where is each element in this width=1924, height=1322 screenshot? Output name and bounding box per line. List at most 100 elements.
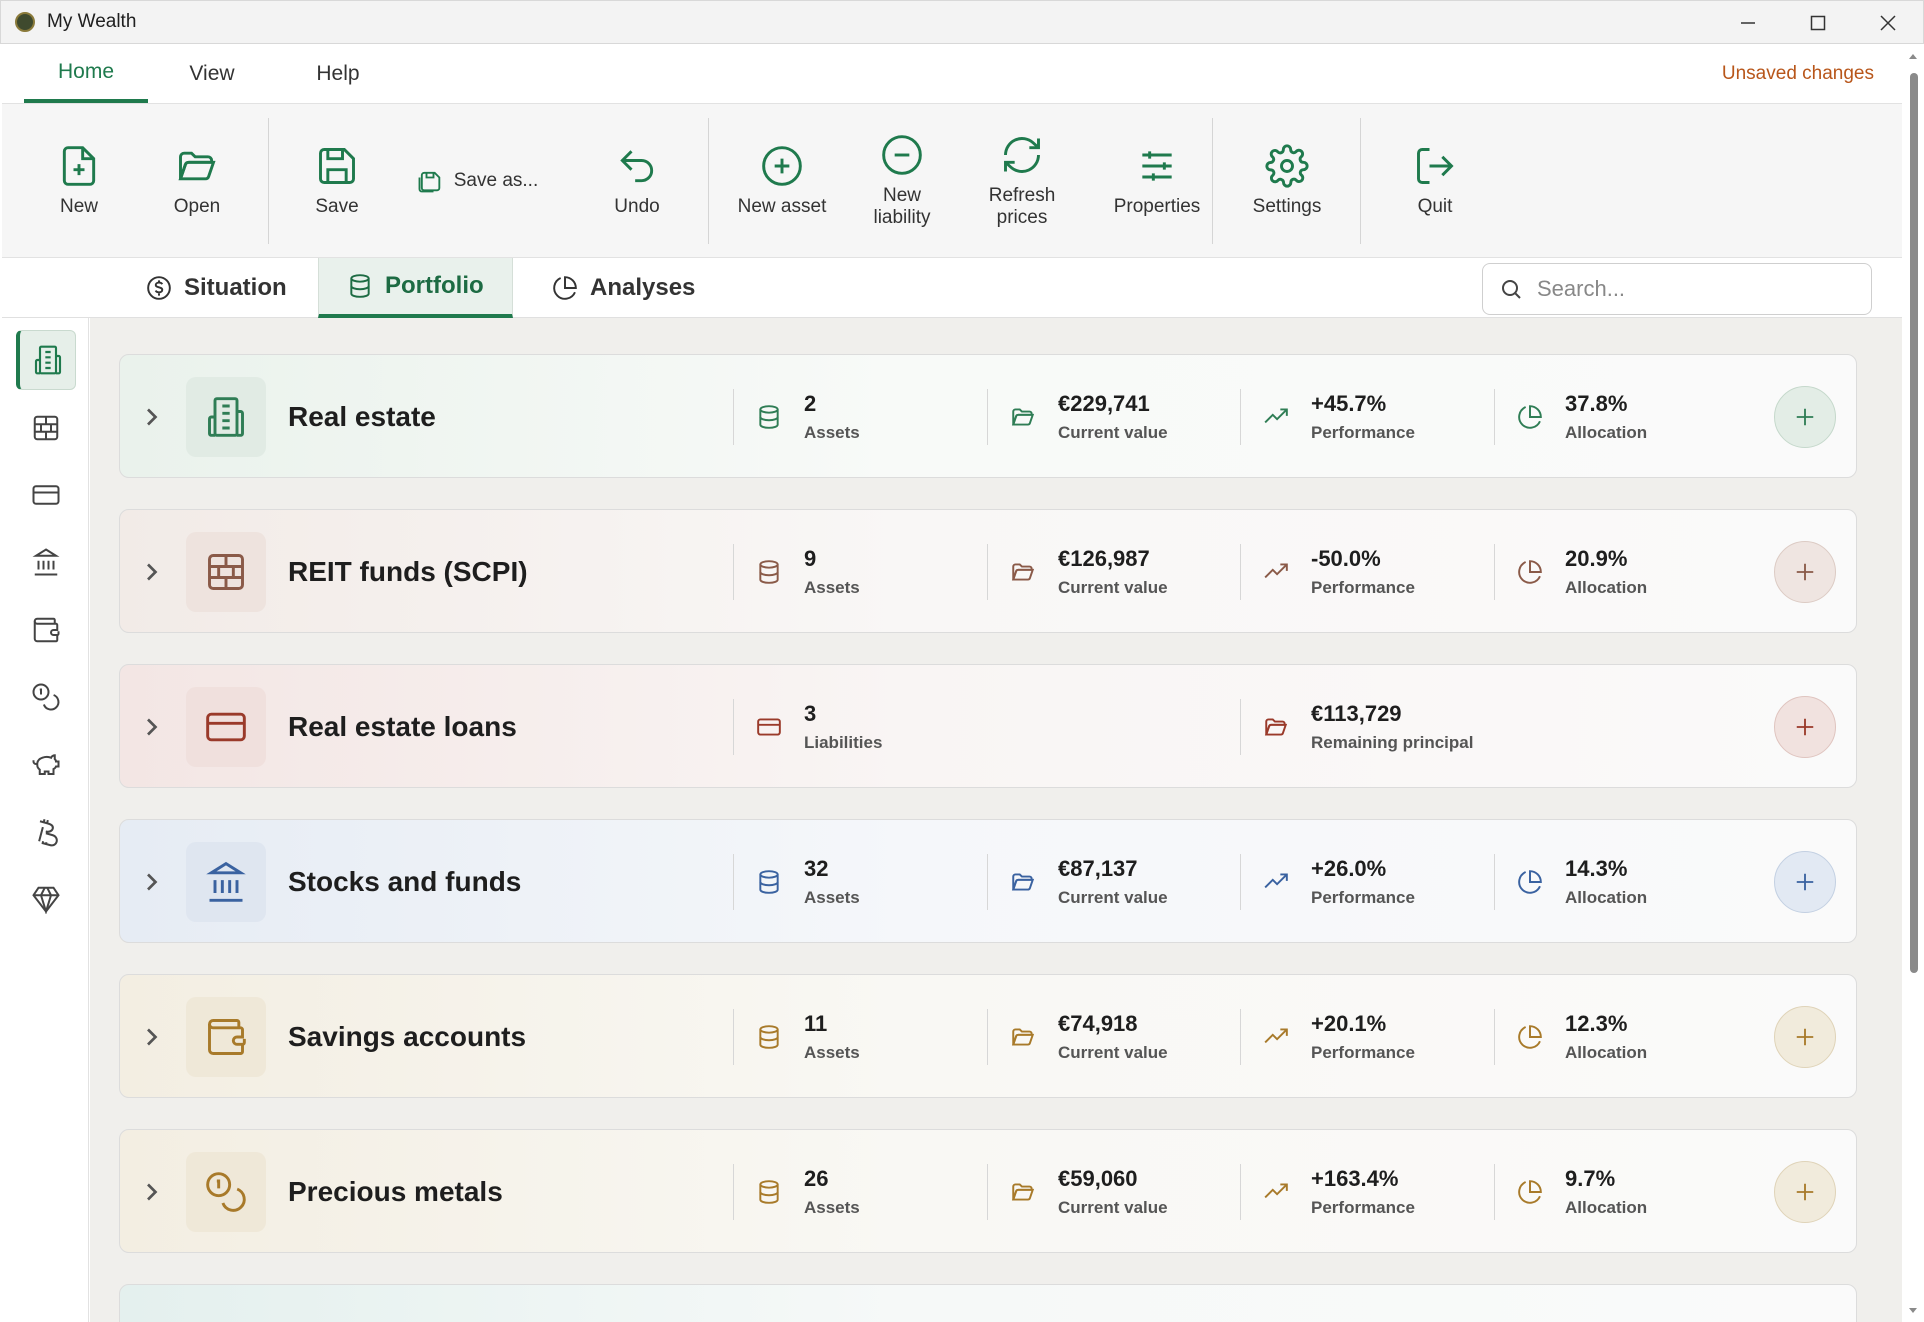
stat-label: Performance (1311, 578, 1415, 597)
piggy-bank-icon (32, 754, 60, 775)
add-asset-button[interactable] (1774, 851, 1836, 913)
stat-label: Allocation (1565, 578, 1648, 597)
stat-value: 9.7% (1565, 1166, 1616, 1191)
stat-value: €113,729 (1311, 701, 1402, 726)
chevron-right-icon[interactable] (140, 709, 162, 745)
stat-current-value: €229,741 Current value (1010, 385, 1168, 449)
search-input[interactable] (1537, 276, 1857, 302)
sidebar-item-valuables[interactable] (16, 869, 76, 929)
category-card-precious-metals[interactable]: Precious metals 26 Assets €59,060 Current … (119, 1129, 1857, 1253)
vertical-scrollbar[interactable] (1906, 45, 1920, 1322)
save-button[interactable]: Save (287, 104, 387, 258)
building-icon (34, 345, 61, 375)
stat-separator (733, 1009, 734, 1065)
scrollbar-thumb[interactable] (1910, 73, 1918, 973)
category-card-real-estate[interactable]: Real estate 2 Assets €229,741 Current valu… (119, 354, 1857, 478)
properties-button[interactable]: Properties (1087, 104, 1227, 258)
menu-tab-help[interactable]: Help (288, 45, 388, 103)
ribbon-separator (268, 118, 269, 244)
save-as-button[interactable]: Save as... (407, 104, 547, 258)
scroll-up-icon[interactable] (1906, 49, 1920, 63)
menu-tab-home[interactable]: Home (24, 45, 148, 103)
category-name: Savings accounts (288, 1021, 527, 1052)
sidebar-item-precious-metals[interactable] (16, 667, 76, 727)
minimize-button[interactable] (1713, 1, 1783, 45)
stat-count: 2 Assets (756, 385, 860, 449)
wallet-icon (33, 617, 60, 643)
category-card-reit-funds[interactable]: REIT funds (SCPI) 9 Assets €126,987 Curren… (119, 509, 1857, 633)
chevron-right-icon[interactable] (140, 864, 162, 900)
category-card-stocks-and-funds[interactable]: Stocks and funds 32 Assets €87,137 Current… (119, 819, 1857, 943)
tab-analyses[interactable]: Analyses (524, 258, 723, 318)
search-box[interactable] (1482, 263, 1872, 315)
category-icon (186, 532, 266, 612)
stat-label: Assets (804, 423, 860, 442)
category-name: Real estate (288, 401, 436, 432)
ribbon-separator (708, 118, 709, 244)
stat-value: 9 (804, 546, 817, 571)
stat-separator (987, 854, 988, 910)
stat-value: 20.9% (1565, 546, 1628, 571)
pie-chart-icon (1518, 560, 1542, 584)
chevron-right-icon[interactable] (140, 1019, 162, 1055)
sidebar-item-reit-funds[interactable] (16, 398, 76, 458)
sidebar-item-crypto[interactable] (16, 802, 76, 862)
stat-value: -50.0% (1311, 546, 1381, 571)
refresh-prices-button[interactable]: Refresh prices (967, 104, 1077, 258)
open-label: Open (173, 196, 221, 217)
stat-separator (987, 389, 988, 445)
category-name: Precious metals (288, 1176, 503, 1207)
refresh-icon (1004, 137, 1040, 173)
tab-portfolio[interactable]: Portfolio (318, 258, 513, 318)
sidebar-item-stocks[interactable] (16, 532, 76, 592)
add-asset-button[interactable] (1774, 1006, 1836, 1068)
open-button[interactable]: Open (142, 104, 252, 258)
tab-situation[interactable]: Situation (118, 258, 315, 318)
stat-value: €74,918 (1058, 1011, 1138, 1036)
unsaved-changes-label: Unsaved changes (1721, 63, 1874, 84)
trending-up-icon (1264, 563, 1288, 579)
stat-value: €87,137 (1058, 856, 1138, 881)
save-as-label: Save as... (453, 170, 539, 191)
sidebar-item-piggy-bank[interactable] (16, 734, 76, 794)
menu-tab-view[interactable]: View (160, 45, 264, 103)
sidebar-item-loans[interactable] (16, 465, 76, 525)
new-asset-button[interactable]: New asset (722, 104, 842, 258)
chevron-right-icon[interactable] (140, 1174, 162, 1210)
trending-up-icon (1264, 1183, 1288, 1199)
stat-label: Allocation (1565, 1043, 1648, 1062)
undo-button[interactable]: Undo (582, 104, 692, 258)
new-button[interactable]: New (24, 104, 134, 258)
stat-separator (1494, 389, 1495, 445)
new-liability-button[interactable]: New liability (852, 104, 952, 258)
undo-label: Undo (614, 196, 660, 217)
category-icon (186, 1152, 266, 1232)
add-liability-button[interactable] (1774, 696, 1836, 758)
scroll-down-icon[interactable] (1906, 1304, 1920, 1318)
quit-button[interactable]: Quit (1380, 104, 1490, 258)
category-card-partial[interactable] (119, 1284, 1857, 1322)
category-name: Real estate loans (288, 711, 517, 742)
close-button[interactable] (1853, 1, 1923, 45)
stat-label: Current value (1058, 578, 1168, 597)
plus-icon (1796, 563, 1814, 581)
stat-current-value: €59,060 Current value (1010, 1160, 1168, 1224)
add-asset-button[interactable] (1774, 541, 1836, 603)
trending-up-icon (1264, 1028, 1288, 1044)
chevron-right-icon[interactable] (140, 554, 162, 590)
stat-count: 3 Liabilities (756, 695, 882, 759)
sidebar-item-real-estate[interactable] (16, 330, 76, 390)
stat-label: Assets (804, 578, 860, 597)
sidebar-item-savings[interactable] (16, 600, 76, 660)
credit-card-icon (32, 485, 60, 505)
settings-button[interactable]: Settings (1232, 104, 1342, 258)
maximize-button[interactable] (1783, 1, 1853, 45)
chevron-right-icon[interactable] (140, 399, 162, 435)
category-card-savings-accounts[interactable]: Savings accounts 11 Assets €74,918 Current… (119, 974, 1857, 1098)
trending-up-icon (1264, 408, 1288, 424)
stat-separator (987, 1164, 988, 1220)
add-asset-button[interactable] (1774, 386, 1836, 448)
add-asset-button[interactable] (1774, 1161, 1836, 1223)
category-card-real-estate-loans[interactable]: Real estate loans 3 Liabilities €113,729 R… (119, 664, 1857, 788)
stat-performance: +26.0% Performance (1263, 850, 1415, 914)
